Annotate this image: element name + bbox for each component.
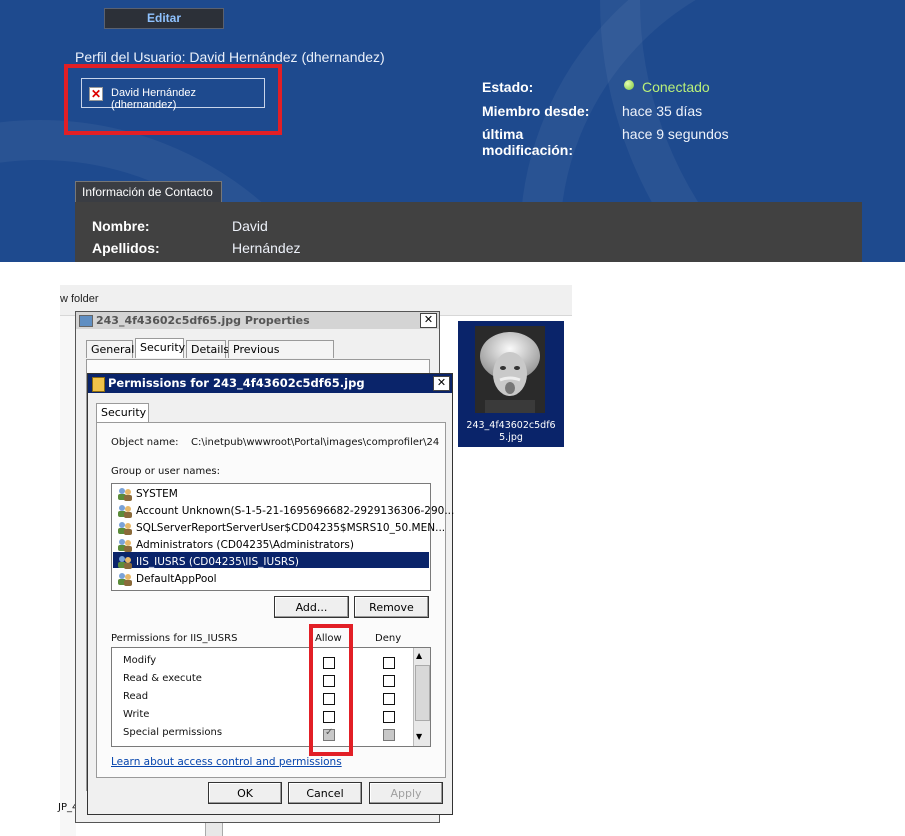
last-modified-value: hace 9 segundos (622, 126, 729, 142)
contact-panel: Nombre: David Apellidos: Hernández (75, 202, 862, 262)
edit-button[interactable]: Editar (104, 8, 224, 29)
permissions-body: Object name: C:\inetpub\wwwroot\Portal\i… (96, 422, 454, 778)
permissions-title: Permissions for 243_4f43602c5df65.jpg (108, 376, 365, 390)
permission-label: Read (123, 691, 149, 702)
add-button[interactable]: Add... (274, 596, 349, 618)
scroll-up-icon[interactable]: ▲ (416, 651, 422, 660)
status-value: Conectado (642, 79, 710, 95)
group-names-label: Group or user names: (111, 466, 220, 477)
thumbnail-caption-line2: 5.jpg (499, 432, 523, 443)
user-list-item-label: SYSTEM (136, 488, 178, 500)
tab-general[interactable]: General (86, 340, 134, 358)
profile-section: Editar Perfil del Usuario: David Hernánd… (0, 0, 905, 262)
object-name-label: Object name: (111, 437, 179, 448)
ok-button[interactable]: OK (208, 782, 282, 804)
user-list-item-label: IIS_IUSRS (CD04235\IIS_IUSRS) (136, 556, 299, 568)
tab-details[interactable]: Details (186, 340, 229, 358)
deny-checkbox[interactable] (383, 711, 395, 723)
deny-header: Deny (375, 633, 402, 644)
user-list-item-label: SQLServerReportServerUser$CD04235$MSRS10… (136, 522, 446, 534)
permission-label: Write (123, 709, 150, 720)
user-list-item-label: Account Unknown(S-1-5-21-1695696682-2929… (136, 505, 455, 517)
last-modified-label-2: modificación: (482, 142, 574, 158)
deny-checkbox[interactable] (383, 657, 395, 669)
explorer-nav-strip (60, 316, 76, 836)
status-label: Estado: (482, 79, 534, 95)
permission-label: Read & execute (123, 673, 202, 684)
permissions-titlebar: Permissions for 243_4f43602c5df65.jpg ✕ (88, 374, 452, 393)
user-list[interactable]: SYSTEM Account Unknown(S-1-5-21-169569668… (111, 483, 454, 591)
image-file-icon (79, 315, 93, 327)
properties-titlebar: 243_4f43602c5df65.jpg Properties ✕ (76, 312, 439, 329)
permissions-list: ▲ ▼ Modify Read & execute Read Write Special… (111, 647, 431, 747)
online-status-icon (624, 80, 634, 90)
close-icon[interactable]: ✕ (433, 376, 450, 391)
user-group-icon (117, 504, 133, 518)
folder-lock-icon (92, 377, 105, 392)
user-group-icon (117, 521, 133, 535)
permission-label: Modify (123, 655, 157, 666)
scroll-down-icon[interactable]: ▼ (416, 732, 422, 741)
member-since-value: hace 35 días (622, 103, 703, 119)
remove-button[interactable]: Remove (354, 596, 429, 618)
file-thumbnail[interactable]: 243_4f43602c5df6 5.jpg (458, 321, 564, 447)
tab-previous-versions[interactable]: Previous Versions (228, 340, 334, 374)
surname-value: Hernández (232, 240, 301, 256)
photo-image (475, 326, 545, 413)
permissions-dialog: Permissions for 243_4f43602c5df65.jpg ✕ … (87, 373, 454, 815)
thumbnail-caption: 243_4f43602c5df6 5.jpg (458, 420, 564, 444)
close-icon[interactable]: ✕ (420, 313, 437, 328)
user-group-icon (117, 538, 133, 552)
profile-title: Perfil del Usuario: David Hernández (dhe… (75, 49, 385, 65)
user-group-icon (117, 555, 133, 569)
highlight-box-allow-column (309, 624, 353, 756)
apply-button[interactable]: Apply (369, 782, 443, 804)
permissions-for-label: Permissions for IIS_IUSRS (111, 633, 238, 644)
deny-checkbox[interactable] (383, 693, 395, 705)
user-list-item-label: Administrators (CD04235\Administrators) (136, 539, 354, 551)
learn-more-link[interactable]: Learn about access control and permissio… (111, 756, 342, 768)
permissions-scrollbar[interactable]: ▲ ▼ (413, 648, 430, 746)
user-list-item-label: DefaultAppPool (136, 573, 217, 585)
object-name-value: C:\inetpub\wwwroot\Portal\images\comprof… (191, 437, 440, 448)
surname-label: Apellidos: (92, 240, 160, 256)
permission-label: Special permissions (123, 727, 223, 738)
name-label: Nombre: (92, 218, 150, 234)
cancel-button[interactable]: Cancel (288, 782, 362, 804)
properties-tabs: General Security Details Previous Versio… (86, 338, 426, 374)
tab-security[interactable]: Security (96, 403, 149, 423)
new-folder-text[interactable]: w folder (60, 293, 99, 305)
deny-checkbox[interactable] (383, 675, 395, 687)
last-modified-label-1: última (482, 126, 524, 142)
deny-checkbox[interactable] (383, 729, 395, 741)
name-value: David (232, 218, 268, 234)
thumbnail-caption-line1: 243_4f43602c5df6 (466, 420, 556, 431)
properties-title: 243_4f43602c5df65.jpg Properties (96, 314, 310, 327)
tab-contact-info[interactable]: Información de Contacto (75, 181, 222, 203)
scroll-thumb[interactable] (415, 665, 430, 721)
user-group-icon (117, 487, 133, 501)
user-group-icon (117, 572, 133, 586)
member-since-label: Miembro desde: (482, 103, 590, 119)
tab-security[interactable]: Security (135, 338, 185, 358)
highlight-box-avatar (64, 64, 282, 135)
